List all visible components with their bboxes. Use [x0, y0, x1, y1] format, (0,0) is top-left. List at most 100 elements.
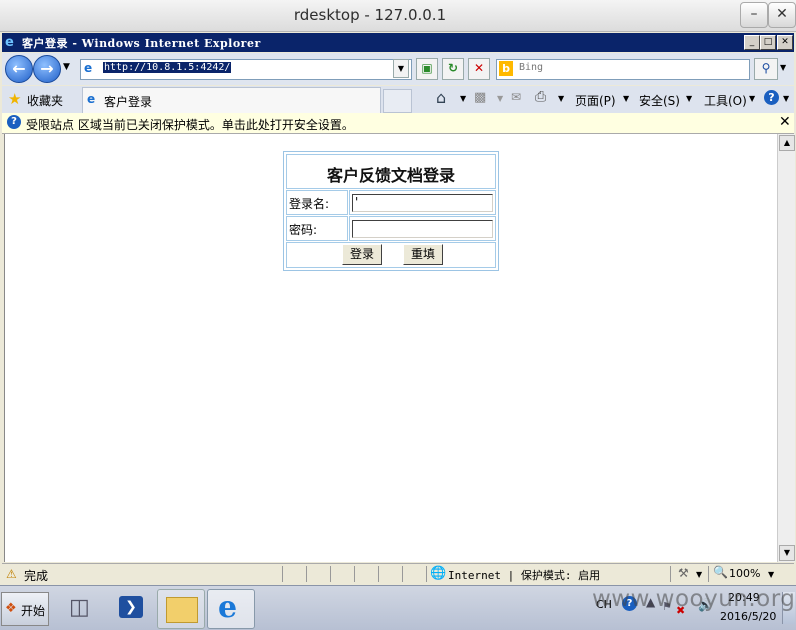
compatibility-icon[interactable]: ▣ [416, 58, 438, 80]
page-ie-icon: e [84, 61, 93, 75]
info-bar-close-icon[interactable]: ✕ [779, 114, 791, 130]
page-menu-dropdown-icon[interactable]: ▼ [623, 94, 629, 103]
heading-cell: 客户反馈文档登录 [286, 154, 496, 189]
history-dropdown-icon[interactable]: ▼ [63, 62, 70, 72]
status-separator [330, 566, 331, 582]
rdesktop-minimize-button[interactable]: – [740, 2, 768, 28]
ie-close-button[interactable]: ✕ [777, 35, 793, 50]
ie-maximize-button[interactable]: □ [760, 35, 776, 50]
folder-icon [166, 597, 198, 623]
username-label-cell: 登录名: [286, 190, 348, 215]
globe-icon: 🌐 [430, 566, 447, 581]
ie-title-bar: e 客户登录 - Windows Internet Explorer _ □ ✕ [2, 33, 794, 52]
status-separator [670, 566, 671, 582]
taskbar-internet-explorer[interactable]: e [207, 589, 255, 629]
bing-logo-icon: b [499, 61, 513, 76]
password-input[interactable] [352, 220, 493, 238]
login-heading: 客户反馈文档登录 [326, 166, 455, 185]
username-input-cell: ' [349, 190, 496, 215]
ie-window-title: 客户登录 - Windows Internet Explorer [22, 37, 261, 50]
username-input-value: ' [355, 195, 359, 209]
accelerator-icon[interactable]: ⚒ [678, 566, 689, 580]
page-menu[interactable]: 页面(P) [575, 92, 616, 109]
status-separator [378, 566, 379, 582]
status-text: 完成 [24, 569, 49, 583]
address-dropdown-icon[interactable]: ▼ [393, 59, 409, 78]
password-label: 密码: [289, 223, 318, 237]
forward-button[interactable]: → [33, 55, 61, 83]
rdesktop-title-bar: rdesktop - 127.0.0.1 – ✕ [0, 0, 796, 32]
status-separator [354, 566, 355, 582]
print-icon[interactable]: ⎙ [535, 89, 546, 105]
wooyun-watermark: www.wooyun.org [592, 586, 796, 612]
ie-taskbar-icon: e [218, 590, 238, 625]
powershell-icon: ❯ [119, 596, 143, 618]
tab-ie-icon: e [87, 92, 96, 106]
taskbar-powershell[interactable]: ❯ [107, 589, 153, 627]
status-separator [306, 566, 307, 582]
help-icon[interactable]: ? [764, 90, 779, 105]
mail-icon[interactable]: ✉ [511, 90, 521, 104]
tools-menu-dropdown-icon[interactable]: ▼ [749, 94, 755, 103]
tab-customer-login[interactable]: e 客户登录 [82, 87, 381, 113]
favorites-button[interactable]: 收藏夹 [27, 92, 63, 109]
refresh-icon[interactable]: ↻ [442, 58, 464, 80]
safety-menu[interactable]: 安全(S) [639, 92, 680, 109]
rdesktop-close-button[interactable]: ✕ [768, 2, 796, 28]
home-icon[interactable]: ⌂ [436, 88, 446, 107]
reset-button[interactable]: 重填 [403, 244, 443, 265]
taskbar: ❖ 开始 ◫ ❯ e CH ? ▲ ⚑ ✖ 🔊 20:49 2016/5/20 … [0, 585, 796, 630]
search-box[interactable]: b Bing [496, 59, 750, 80]
login-form: 客户反馈文档登录 登录名: ' 密码: 登录 重填 [283, 151, 499, 271]
address-text[interactable]: http://10.8.1.5:4242/ [103, 62, 232, 73]
zoom-level[interactable]: 100% [729, 567, 760, 580]
info-bar[interactable]: ? 受限站点 区域当前已关闭保护模式。单击此处打开安全设置。 ✕ [2, 113, 794, 134]
start-button[interactable]: ❖ 开始 [1, 592, 49, 626]
buttons-cell: 登录 重填 [286, 242, 496, 268]
status-separator [426, 566, 427, 582]
info-bar-text[interactable]: 受限站点 区域当前已关闭保护模式。单击此处打开安全设置。 [26, 116, 354, 133]
accelerator-dropdown-icon[interactable]: ▼ [696, 570, 702, 579]
password-label-cell: 密码: [286, 216, 348, 241]
new-tab-button[interactable] [383, 89, 412, 113]
address-bar[interactable]: e http://10.8.1.5:4242/ [80, 59, 412, 80]
shield-icon: ? [7, 115, 21, 129]
scroll-down-icon[interactable]: ▼ [779, 545, 795, 561]
rss-dropdown-icon[interactable]: ▼ [497, 94, 503, 103]
home-dropdown-icon[interactable]: ▼ [460, 94, 466, 103]
vertical-scrollbar[interactable]: ▲ ▼ [777, 134, 795, 562]
address-toolbar: ← → ▼ e http://10.8.1.5:4242/ ▼ ▣ ↻ ✕ b … [2, 53, 794, 85]
back-button[interactable]: ← [5, 55, 33, 83]
search-dropdown-icon[interactable]: ▼ [780, 63, 786, 72]
status-separator [402, 566, 403, 582]
taskbar-explorer[interactable] [157, 589, 205, 629]
tab-title: 客户登录 [104, 95, 153, 109]
safety-menu-dropdown-icon[interactable]: ▼ [686, 94, 692, 103]
login-button[interactable]: 登录 [342, 244, 382, 265]
search-placeholder: Bing [519, 62, 544, 73]
start-label: 开始 [21, 604, 46, 618]
server-manager-icon: ◫ [69, 595, 90, 620]
status-page-icon: ⚠ [6, 567, 17, 581]
rss-icon[interactable]: ▩ [474, 90, 486, 105]
help-dropdown-icon[interactable]: ▼ [783, 94, 789, 103]
status-separator [708, 566, 709, 582]
username-input[interactable]: ' [352, 194, 493, 212]
password-input-cell [349, 216, 496, 241]
tab-toolbar: ★ 收藏夹 e 客户登录 ⌂ ▼ ▩ ▼ ✉ ⎙ ▼ 页面(P) ▼ 安全(S)… [2, 86, 794, 113]
taskbar-server-manager[interactable]: ◫ [57, 589, 103, 627]
status-bar: ⚠ 完成 🌐 Internet | 保护模式: 启用 ⚒ ▼ 🔍 100% ▼ [2, 563, 794, 584]
zoom-dropdown-icon[interactable]: ▼ [768, 570, 774, 579]
stop-icon[interactable]: ✕ [468, 58, 490, 80]
search-icon[interactable]: ⚲ [754, 58, 778, 80]
status-separator [282, 566, 283, 582]
rdesktop-title: rdesktop - 127.0.0.1 [293, 6, 447, 24]
zoom-icon[interactable]: 🔍 [713, 565, 728, 579]
ie-minimize-button[interactable]: _ [744, 35, 760, 50]
security-zone-text[interactable]: Internet | 保护模式: 启用 [448, 567, 600, 583]
print-dropdown-icon[interactable]: ▼ [558, 94, 564, 103]
ie-logo-icon: e [5, 35, 14, 50]
tools-menu[interactable]: 工具(O) [704, 92, 747, 109]
scroll-up-icon[interactable]: ▲ [779, 135, 795, 151]
favorites-star-icon[interactable]: ★ [8, 90, 21, 108]
